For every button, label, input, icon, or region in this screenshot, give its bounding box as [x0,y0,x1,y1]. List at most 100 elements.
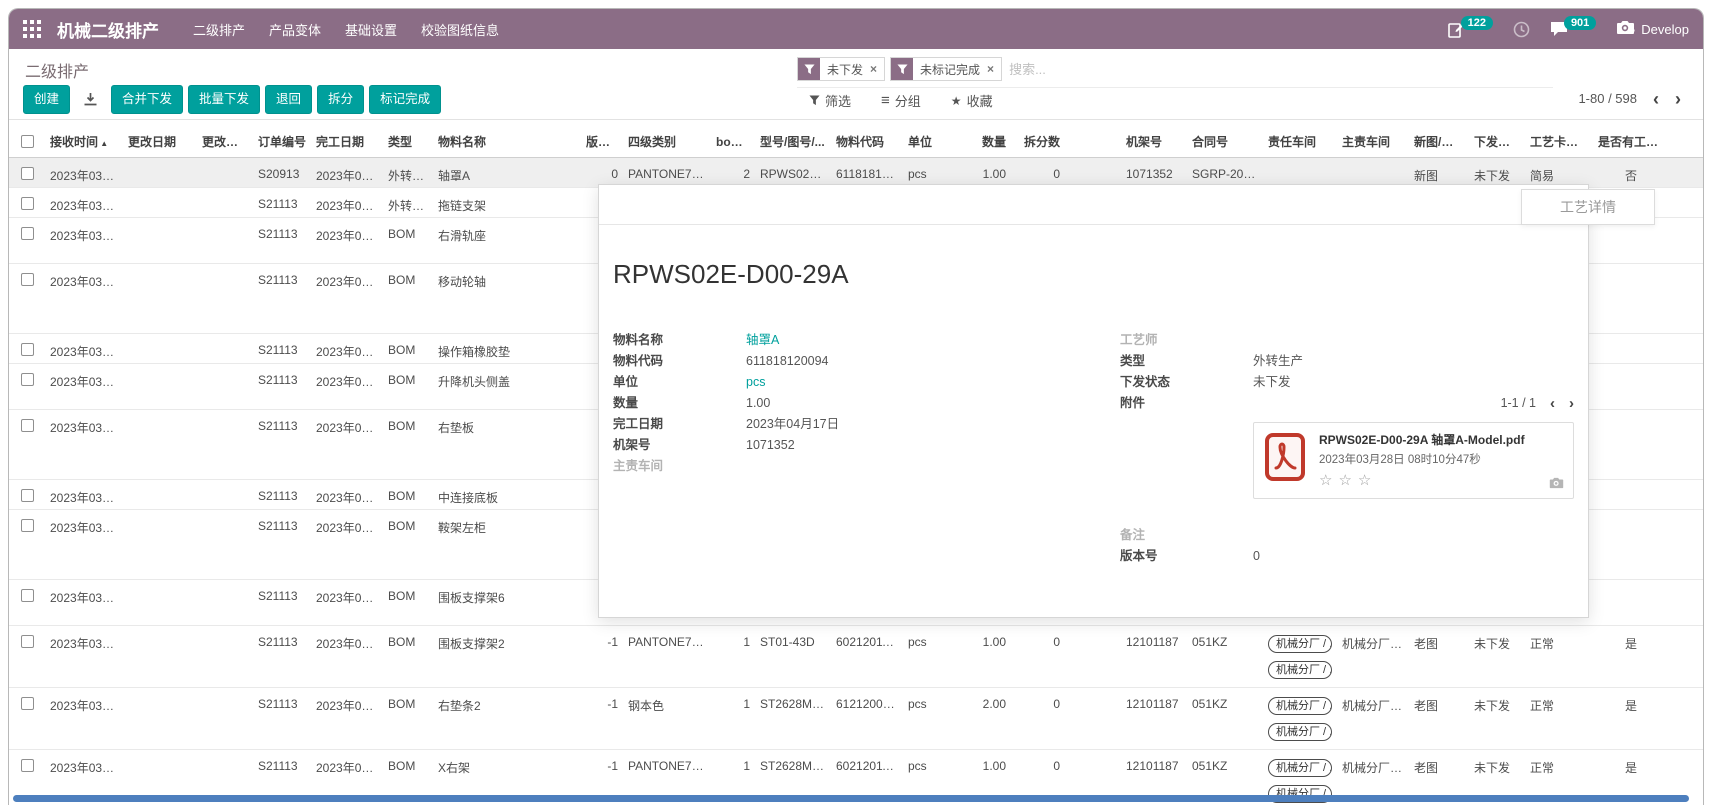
cell-receive: 2023年03月... [45,580,123,606]
favorites-button[interactable]: ★ 收藏 [951,91,993,110]
column-header-receive[interactable]: 接收时间 ▲ [45,133,123,150]
field-工艺师: 工艺师 [1120,330,1574,351]
column-header-version[interactable]: 版本号 [581,133,623,150]
column-header-type[interactable]: 类型 [383,133,433,150]
column-header-bom[interactable]: bom版本 [711,133,755,150]
clock-icon[interactable] [1513,21,1530,38]
return-button[interactable]: 退回 [265,85,312,114]
merge-dispatch-button[interactable]: 合并下发 [111,85,183,114]
column-header-drawing[interactable]: 新图/老图 [1409,133,1469,150]
row-checkbox[interactable] [21,589,34,602]
process-detail-button[interactable]: 工艺详情 [1521,189,1655,225]
group-by-button[interactable]: ≡ 分组 [881,91,921,110]
cell-finish: 2023年04月... [311,688,383,714]
field-label: 类型 [1120,351,1253,372]
horizontal-scrollbar[interactable] [13,795,1689,802]
pager-next-icon[interactable]: › [1675,92,1681,106]
star-outline-icon[interactable]: ☆ [1338,472,1357,489]
column-header-qty[interactable]: 数量 [959,133,1011,150]
star-outline-icon[interactable]: ☆ [1358,472,1377,489]
export-download-icon[interactable] [75,90,106,109]
batch-dispatch-button[interactable]: 批量下发 [188,85,260,114]
menu-secondary-scheduling[interactable]: 二级排产 [193,20,245,39]
column-header-contract[interactable]: 合同号 [1187,133,1263,150]
apps-grid-icon[interactable] [23,20,41,38]
field-value: 未下发 [1253,372,1291,393]
column-header-category[interactable]: 四级类别 [623,133,711,150]
column-header-finish[interactable]: 完工日期 [311,133,383,150]
column-header-resp[interactable]: 责任车间 [1263,133,1337,150]
table-row[interactable]: 2023年03月...S211132023年04月...BOM围板支撑架2-1P… [9,626,1703,688]
row-checkbox[interactable] [21,167,34,180]
cell-version: 0 [581,158,623,181]
row-checkbox[interactable] [21,519,34,532]
split-button[interactable]: 拆分 [317,85,364,114]
workshop-tag-pill[interactable]: 机械分厂 / ... [1268,759,1332,777]
attachment-filename[interactable]: RPWS02E-D00-29A 轴罩A-Model.pdf [1319,432,1525,448]
column-header-model[interactable]: 型号/图号/... [755,133,831,150]
column-header-change_date[interactable]: 更改日期 [123,133,197,150]
row-checkbox[interactable] [21,759,34,772]
row-checkbox[interactable] [21,697,34,710]
column-header-dispatch[interactable]: 下发状态 [1469,133,1525,150]
row-checkbox[interactable] [21,227,34,240]
workshop-tag-pill[interactable]: 机械分厂 / ... [1268,697,1332,715]
cell-change_content [197,688,253,697]
attachment-next-icon[interactable]: › [1569,397,1574,411]
messages-icon[interactable]: 901 [1550,21,1596,37]
cell-finish: 2023年04月... [311,264,383,290]
field-value[interactable]: pcs [746,372,765,393]
mark-done-button[interactable]: 标记完成 [369,85,441,114]
cell-finish: 2023年04月... [311,580,383,606]
column-header-cardtype[interactable]: 工艺卡类型 [1525,133,1593,150]
cell-type: BOM [383,750,433,773]
attachment-stars[interactable]: ☆☆☆ [1319,471,1525,489]
row-checkbox[interactable] [21,373,34,386]
menu-drawing-check-info[interactable]: 校验图纸信息 [421,20,499,39]
column-header-split[interactable]: 拆分数 [1011,133,1065,150]
pager-prev-icon[interactable]: ‹ [1653,92,1659,106]
group-by-label: 分组 [895,91,921,110]
create-button[interactable]: 创建 [23,85,70,114]
cell-name: 拖链支架 [433,188,581,214]
column-header-unit[interactable]: 单位 [903,133,959,150]
column-header-name[interactable]: 物料名称 [433,133,581,150]
search-input[interactable] [1007,61,1553,78]
column-header-hascard[interactable]: 是否有工艺卡 [1593,133,1669,150]
cell-name: 右垫条2 [433,688,581,714]
attachment-card[interactable]: RPWS02E-D00-29A 轴罩A-Model.pdf 2023年03月28… [1253,422,1574,499]
row-checkbox[interactable] [21,635,34,648]
cell-mcode: 6118181200... [831,158,903,181]
column-header-change_content[interactable]: 更改内容 [197,133,253,150]
attachment-camera-icon[interactable] [1549,477,1564,489]
workshop-tag-pill[interactable]: 机械分厂 / ... [1268,635,1332,653]
facet-not-marked-done[interactable]: 未标记完成 × [890,57,1002,81]
column-header-rack[interactable]: 机架号 [1121,133,1187,150]
facet-remove-icon[interactable]: × [867,62,884,76]
star-outline-icon[interactable]: ☆ [1319,472,1338,489]
app-title: 机械二级排产 [57,17,159,42]
activities-icon[interactable]: 122 [1448,21,1493,38]
facet-not-dispatched[interactable]: 未下发 × [797,57,885,81]
filters-button[interactable]: 筛选 [809,91,851,110]
attachment-prev-icon[interactable]: ‹ [1550,397,1555,411]
facet-remove-icon[interactable]: × [984,62,1001,76]
row-checkbox[interactable] [21,197,34,210]
workshop-tag-pill[interactable]: 机械分厂 / ... [1268,661,1332,679]
workshop-tag-pill[interactable]: 机械分厂 / ... [1268,723,1332,741]
row-checkbox[interactable] [21,343,34,356]
row-checkbox[interactable] [21,489,34,502]
table-row[interactable]: 2023年03月...S211132023年04月...BOM右垫条2-1钢本色… [9,688,1703,750]
column-header-mcode[interactable]: 物料代码 [831,133,903,150]
row-checkbox[interactable] [21,419,34,432]
camera-icon[interactable] [1616,20,1635,38]
row-checkbox[interactable] [21,273,34,286]
column-header-main[interactable]: 主责车间 [1337,133,1409,150]
select-all-checkbox[interactable] [21,135,34,148]
field-value[interactable]: 轴罩A [746,330,779,351]
menu-product-variants[interactable]: 产品变体 [269,20,321,39]
column-header-order[interactable]: 订单编号 [253,133,311,150]
cell-change_date [123,410,197,419]
menu-basic-settings[interactable]: 基础设置 [345,20,397,39]
breadcrumb[interactable]: 二级排产 [25,58,89,82]
